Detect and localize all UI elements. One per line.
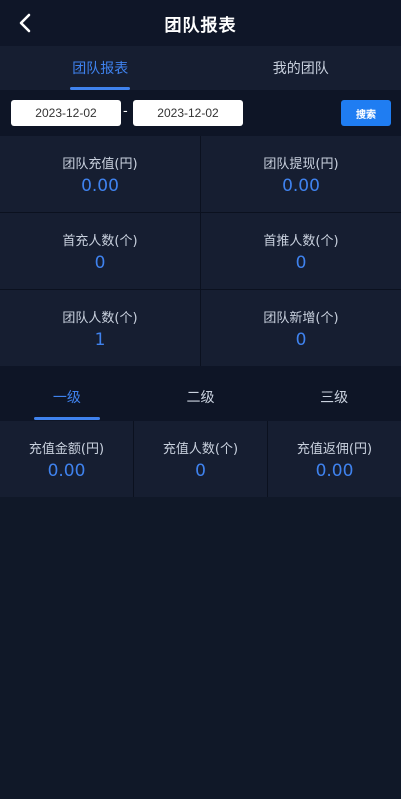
stat-value: 0: [295, 329, 307, 350]
stat-team-size: 团队人数(个) 1: [0, 290, 200, 366]
stat-value: 0: [94, 252, 106, 273]
stat-label: 团队提现(円): [263, 156, 339, 172]
stat-label: 团队充值(円): [62, 156, 138, 172]
stat-value: 1: [94, 329, 106, 350]
header-bar: 团队报表: [0, 0, 401, 46]
level-stat-recharge-amount: 充值金额(円) 0.00: [0, 421, 133, 497]
stat-team-withdraw: 团队提现(円) 0.00: [201, 136, 401, 212]
level-stats-row: 充值金额(円) 0.00 充值人数(个) 0 充值返佣(円) 0.00: [0, 421, 401, 497]
page-title: 团队报表: [164, 15, 237, 36]
stat-label: 首充人数(个): [62, 233, 138, 249]
level-stat-label: 充值返佣(円): [296, 441, 373, 457]
level-stat-recharge-commission: 充值返佣(円) 0.00: [268, 421, 401, 497]
tab-level-3[interactable]: 三级: [267, 374, 401, 420]
stat-value: 0.00: [81, 175, 119, 196]
stat-value: 0.00: [282, 175, 320, 196]
level-stat-value: 0.00: [47, 460, 86, 481]
stat-label: 团队人数(个): [62, 310, 138, 326]
stat-first-referral-count: 首推人数(个) 0: [201, 213, 401, 289]
tab-team-report[interactable]: 团队报表: [0, 46, 201, 90]
level-stat-value: 0.00: [315, 460, 354, 481]
stat-team-recharge: 团队充值(円) 0.00: [0, 136, 200, 212]
start-date-input[interactable]: [11, 100, 121, 126]
stat-label: 团队新增(个): [263, 310, 339, 326]
tab-my-team[interactable]: 我的团队: [201, 46, 401, 90]
level-stat-label: 充值金额(円): [28, 441, 105, 457]
main-tab-bar: 团队报表 我的团队: [0, 46, 401, 90]
level-stat-value: 0: [195, 460, 206, 481]
level-tab-bar: 一级 二级 三级: [0, 374, 401, 420]
stat-value: 0: [295, 252, 307, 273]
end-date-input[interactable]: [133, 100, 243, 126]
stat-team-new: 团队新增(个) 0: [201, 290, 401, 366]
back-button[interactable]: [14, 12, 36, 34]
list-empty-area: [0, 497, 401, 799]
chevron-left-icon: [19, 13, 31, 33]
stat-label: 首推人数(个): [263, 233, 339, 249]
tab-level-1[interactable]: 一级: [0, 374, 134, 420]
stat-first-recharge-count: 首充人数(个) 0: [0, 213, 200, 289]
date-separator: -: [123, 104, 128, 119]
search-button[interactable]: 搜索: [341, 100, 391, 126]
team-stats-grid: 团队充值(円) 0.00 团队提现(円) 0.00 首充人数(个) 0 首推人数…: [0, 136, 401, 366]
app-root: 团队报表 团队报表 我的团队 - 搜索 团队充值(円) 0.00 团队提现(円)…: [0, 0, 401, 799]
level-stat-label: 充值人数(个): [162, 441, 239, 457]
level-stat-recharge-count: 充值人数(个) 0: [134, 421, 267, 497]
tab-level-2[interactable]: 二级: [134, 374, 268, 420]
